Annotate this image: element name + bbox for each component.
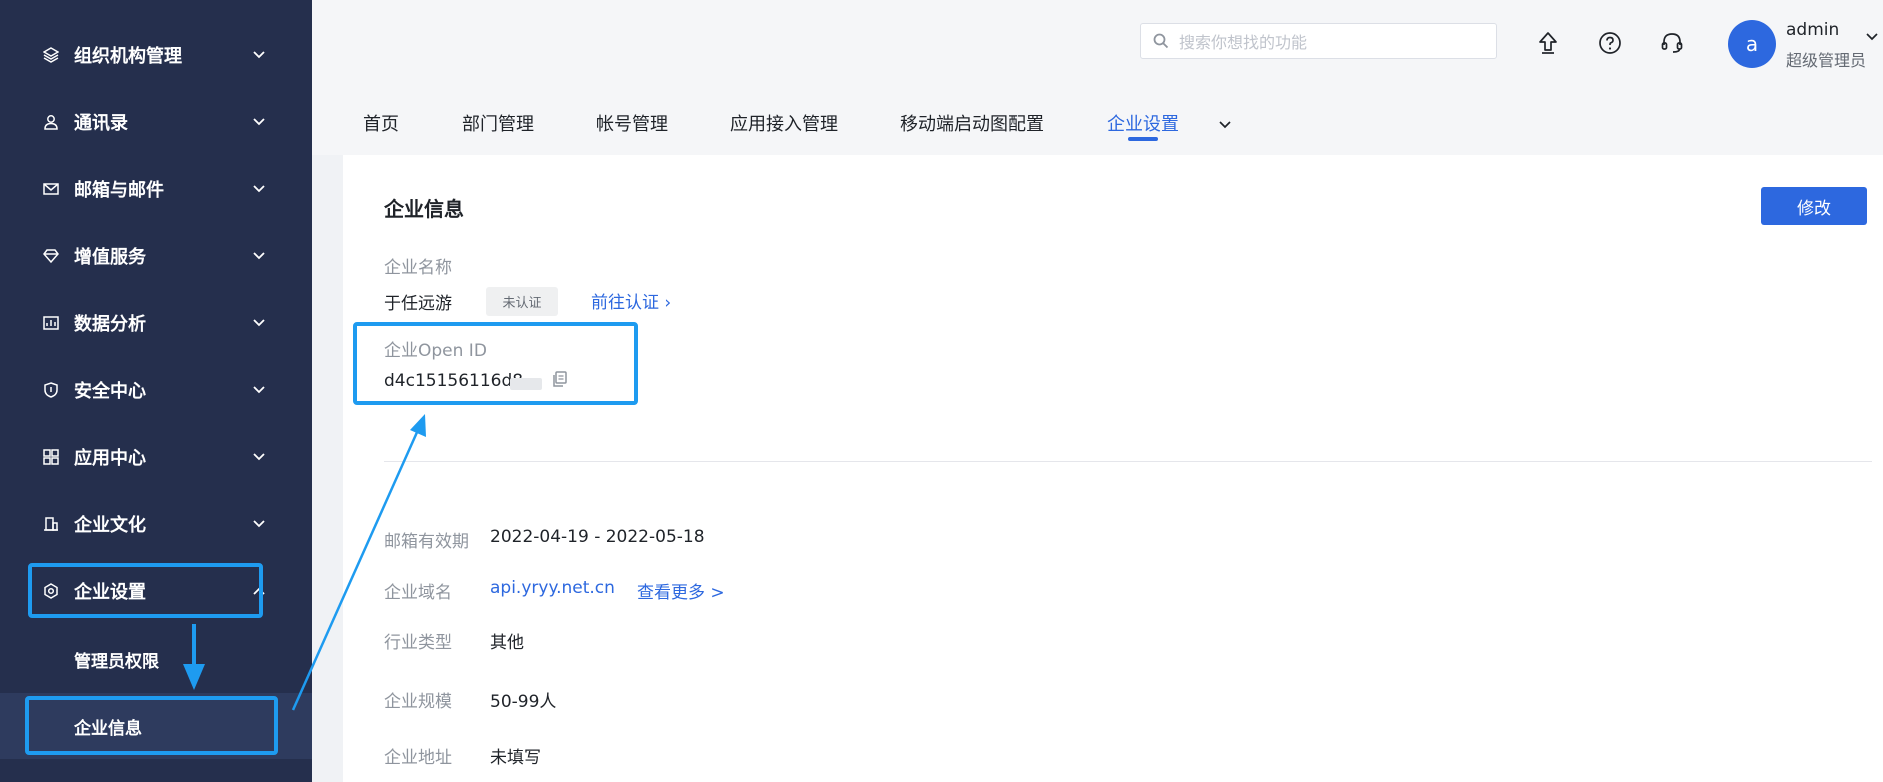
- arrow-up-annotation: [291, 414, 426, 711]
- annotation-arrows: [183, 414, 426, 711]
- arrow-down-annotation: [183, 624, 205, 690]
